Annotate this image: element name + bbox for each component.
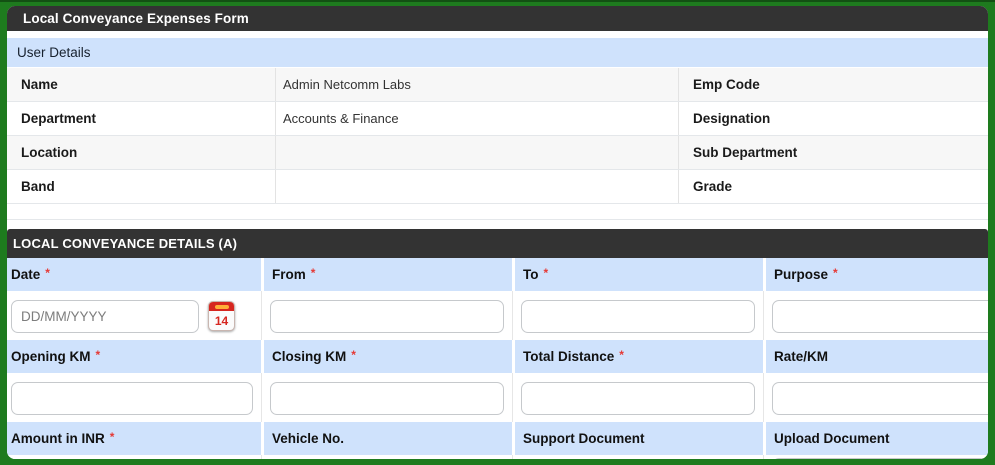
field-label-purpose: Purpose *	[763, 258, 988, 291]
form-title-bar: Local Conveyance Expenses Form	[7, 6, 988, 31]
calendar-icon[interactable]: 14	[208, 301, 235, 331]
calendar-icon-top	[209, 302, 234, 311]
user-details-table: Name Admin Netcomm Labs Emp Code Department…	[7, 68, 988, 220]
field-cell-support-document	[512, 455, 763, 459]
user-table-empty-row	[7, 204, 988, 220]
total-distance-input[interactable]	[521, 382, 755, 415]
form-title: Local Conveyance Expenses Form	[23, 11, 249, 26]
required-asterisk: *	[543, 265, 549, 280]
user-table-row: Name Admin Netcomm Labs Emp Code	[7, 68, 988, 102]
user-table-row: Location Sub Department	[7, 136, 988, 170]
user-field-label-sub-department: Sub Department	[679, 136, 988, 169]
required-asterisk: *	[351, 347, 356, 362]
from-input[interactable]	[270, 300, 504, 333]
user-field-label-name: Name	[7, 68, 276, 101]
field-label-from: From *	[261, 258, 512, 291]
field-label-closing-km: Closing KM *	[261, 340, 512, 373]
user-table-row: Band Grade	[7, 170, 988, 204]
user-field-label-department: Department	[7, 102, 276, 135]
field-label-vehicle-no: Vehicle No.	[261, 422, 512, 455]
required-asterisk: *	[833, 265, 838, 280]
conveyance-input-row: 14	[7, 291, 988, 340]
field-label-text: Upload Document	[774, 431, 890, 446]
field-cell-total-distance	[512, 373, 763, 422]
field-cell-rate-km	[763, 373, 988, 422]
field-cell-vehicle-no	[261, 455, 512, 459]
user-field-label-emp-code: Emp Code	[679, 68, 988, 101]
user-details-section: User Details Name Admin Netcomm Labs Emp C…	[7, 38, 988, 220]
field-cell-upload-document	[763, 455, 988, 459]
field-label-upload-document: Upload Document	[763, 422, 988, 455]
calendar-icon-ring	[214, 304, 229, 309]
user-field-label-band: Band	[7, 170, 276, 203]
field-label-date: Date *	[7, 258, 261, 291]
field-label-text: Opening KM	[11, 349, 91, 364]
field-label-support-document: Support Document	[512, 422, 763, 455]
opening-km-input[interactable]	[11, 382, 253, 415]
user-field-label-location: Location	[7, 136, 276, 169]
form-page: Local Conveyance Expenses Form User Deta…	[7, 6, 988, 459]
date-input[interactable]	[11, 300, 199, 333]
field-label-amount-in-inr: Amount in INR *	[7, 422, 261, 455]
field-label-text: Closing KM	[272, 349, 347, 364]
field-cell-date: 14	[7, 291, 261, 340]
field-cell-opening-km	[7, 373, 261, 422]
field-label-text: From	[272, 267, 306, 282]
date-input-group: 14	[11, 300, 253, 333]
user-field-value-location	[276, 136, 679, 169]
user-field-label-designation: Designation	[679, 102, 988, 135]
conveyance-grid: Date*From*To*Purpose*14Opening KM*Closin…	[7, 258, 988, 459]
required-asterisk: *	[45, 265, 50, 280]
user-field-value-band	[276, 170, 679, 203]
field-label-total-distance: Total Distance *	[512, 340, 763, 373]
conveyance-label-row: Amount in INR * Vehicle No. Support Documen…	[7, 422, 988, 455]
purpose-input[interactable]	[772, 300, 988, 333]
field-cell-from	[261, 291, 512, 340]
field-label-text: Vehicle No.	[272, 431, 345, 446]
user-field-value-department: Accounts & Finance	[276, 102, 679, 135]
conveyance-section: LOCAL CONVEYANCE DETAILS (A) Date * From * T…	[7, 229, 988, 459]
field-cell-amount-in-inr	[7, 455, 261, 459]
rate-km-input[interactable]	[772, 382, 988, 415]
field-label-text: Total Distance	[523, 349, 615, 364]
user-table-row: Department Accounts & Finance Designation	[7, 102, 988, 136]
field-cell-closing-km	[261, 373, 512, 422]
user-field-value-name: Admin Netcomm Labs	[276, 68, 679, 101]
conveyance-label-row: Opening KM * Closing KM * Total Distance * Rat…	[7, 340, 988, 373]
field-cell-to	[512, 291, 763, 340]
field-label-opening-km: Opening KM *	[7, 340, 261, 373]
field-label-text: Support Document	[523, 431, 645, 446]
user-field-label-grade: Grade	[679, 170, 988, 203]
upload-document-input[interactable]	[772, 458, 988, 459]
user-details-header: User Details	[7, 38, 988, 67]
required-asterisk: *	[109, 429, 115, 444]
field-label-text: Rate/KM	[774, 349, 829, 364]
conveyance-input-row	[7, 455, 988, 459]
to-input[interactable]	[521, 300, 755, 333]
field-label-text: Date	[11, 267, 41, 282]
field-label-rate-km: Rate/KM	[763, 340, 988, 373]
field-label-to: To *	[512, 258, 763, 291]
field-cell-purpose	[763, 291, 988, 340]
required-asterisk: *	[95, 347, 101, 362]
form-window-frame: Local Conveyance Expenses Form User Deta…	[0, 0, 995, 465]
closing-km-input[interactable]	[270, 382, 504, 415]
required-asterisk: *	[619, 347, 624, 362]
conveyance-input-row	[7, 373, 988, 422]
field-label-text: Purpose	[774, 267, 829, 282]
required-asterisk: *	[310, 265, 316, 280]
field-label-text: Amount in INR	[11, 431, 105, 446]
calendar-icon-day: 14	[214, 313, 229, 328]
conveyance-label-row: Date * From * To * Purpose *	[7, 258, 988, 291]
field-label-text: To	[523, 267, 539, 282]
conveyance-section-header: LOCAL CONVEYANCE DETAILS (A)	[7, 229, 988, 258]
